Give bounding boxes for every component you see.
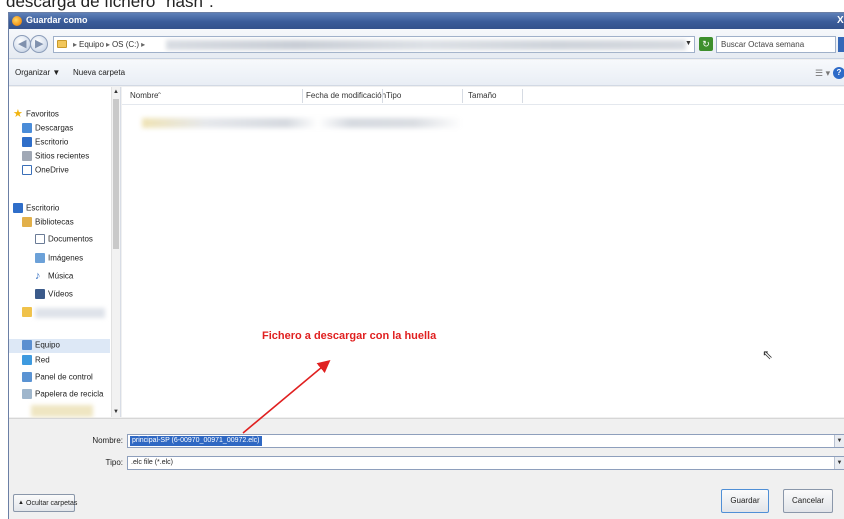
annotation-arrow — [242, 359, 331, 434]
mouse-cursor-icon: ⇖ — [762, 347, 773, 362]
